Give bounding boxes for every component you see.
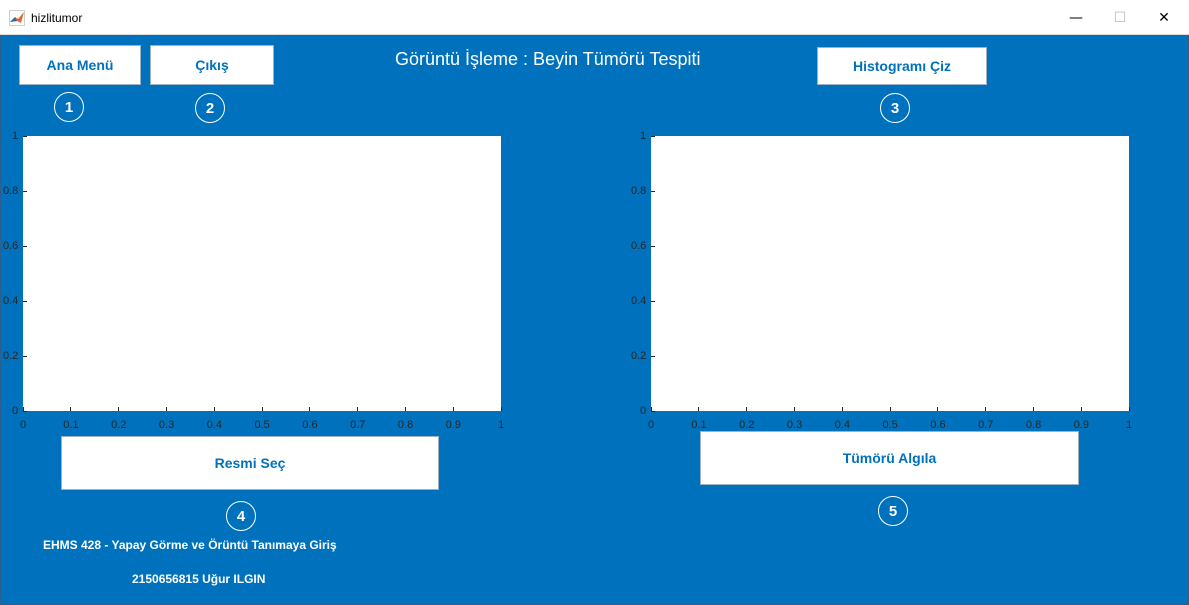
image-axes-ytick-mark [23,135,27,137]
result-axes-xtick-mark [793,407,795,411]
result-axes-ytick-label: 0.6 [631,240,647,252]
close-button[interactable]: ✕ [1141,0,1187,35]
result-axes-ytick-mark [651,355,655,357]
image-axes-ytick-mark [23,410,27,412]
result-axes-ytick-label: 0.8 [631,185,647,197]
result-axes-xtick-label: 0.9 [1073,419,1089,431]
result-axes-xtick-label: 0.4 [834,419,850,431]
result-axes-xtick-mark [841,407,843,411]
result-axes-ytick-label: 0 [640,405,647,417]
window-title: hizlitumor [31,11,83,25]
image-axes-xtick-label: 0.5 [254,419,270,431]
result-axes-ytick-label: 0.2 [631,350,647,362]
image-axes [23,136,501,411]
image-axes-xtick-mark [118,407,120,411]
image-axes-ytick-label: 0.4 [3,295,19,307]
image-axes-ytick-label: 0.8 [3,185,19,197]
image-axes-xtick-label: 0 [20,419,27,431]
window-titlebar: hizlitumor — ☐ ✕ [0,0,1189,35]
image-axes-xtick-label: 0.1 [63,419,79,431]
minimize-button[interactable]: — [1053,0,1099,35]
ana-menu-button[interactable]: Ana Menü [19,45,141,85]
result-axes-ytick-label: 1 [640,130,647,142]
cikis-button[interactable]: Çıkış [150,45,274,85]
student-label: 2150656815 Uğur ILGIN [132,572,266,586]
result-axes-xtick-label: 0.6 [930,419,946,431]
image-axes-ytick-mark [23,190,27,192]
matlab-icon [9,10,25,26]
image-axes-ytick-mark [23,355,27,357]
maximize-button[interactable]: ☐ [1097,0,1143,35]
image-axes-ytick-label: 0.2 [3,350,19,362]
result-axes-xtick-label: 0.5 [882,419,898,431]
result-axes-ytick-mark [651,300,655,302]
histogram-button[interactable]: Histogramı Çiz [817,47,987,85]
result-axes-xtick-label: 0 [648,419,655,431]
image-axes-xtick-mark [357,407,359,411]
image-axes-xtick-mark [261,407,263,411]
resmi-sec-button[interactable]: Resmi Seç [61,436,439,490]
image-axes-xtick-label: 0.2 [111,419,127,431]
image-axes-ytick-label: 0 [12,405,19,417]
result-axes-xtick-mark [1032,407,1034,411]
result-axes-ytick-mark [651,190,655,192]
result-axes-xtick-label: 0.3 [786,419,803,431]
image-axes-ytick-mark [23,245,27,247]
result-axes-xtick-mark [746,407,748,411]
image-axes-ytick-mark [23,300,27,302]
image-axes-xtick-label: 0.8 [397,419,414,431]
image-axes-xtick-mark [404,407,406,411]
result-axes-xtick-mark [1080,407,1082,411]
result-axes-xtick-label: 0.2 [739,419,755,431]
image-axes-xtick-mark [70,407,72,411]
image-axes-ytick-label: 0.6 [3,240,19,252]
image-axes-xtick-mark [452,407,454,411]
tumoru-algila-button[interactable]: Tümörü Algıla [700,431,1079,485]
marker-3: 3 [880,93,910,123]
result-axes-xtick-mark [889,407,891,411]
image-axes-xtick-mark [500,407,502,411]
result-axes-xtick-mark [1128,407,1130,411]
image-axes-xtick-label: 0.6 [302,419,318,431]
course-label: EHMS 428 - Yapay Görme ve Örüntü Tanımay… [43,538,337,552]
image-axes-xtick-label: 0.4 [206,419,222,431]
image-axes-ytick-label: 1 [12,130,19,142]
result-axes-xtick-label: 1 [1126,419,1133,431]
marker-5: 5 [878,496,908,526]
result-axes [651,136,1129,411]
image-axes-xtick-label: 1 [498,419,505,431]
result-axes-ytick-mark [651,410,655,412]
result-axes-ytick-mark [651,245,655,247]
result-axes-xtick-label: 0.1 [691,419,707,431]
result-axes-xtick-label: 0.8 [1025,419,1042,431]
image-axes-xtick-label: 0.3 [158,419,175,431]
result-axes-xtick-mark [937,407,939,411]
result-axes-xtick-mark [698,407,700,411]
image-axes-xtick-mark [213,407,215,411]
result-axes-xtick-mark [985,407,987,411]
marker-4: 4 [226,501,256,531]
image-axes-xtick-mark [309,407,311,411]
image-axes-xtick-label: 0.7 [350,419,366,431]
image-axes-xtick-mark [165,407,167,411]
image-axes-xtick-label: 0.9 [445,419,461,431]
marker-1: 1 [54,92,84,122]
result-axes-ytick-label: 0.4 [631,295,647,307]
marker-2: 2 [195,93,225,123]
page-title: Görüntü İşleme : Beyin Tümörü Tespiti [395,49,701,69]
result-axes-ytick-mark [651,135,655,137]
result-axes-xtick-label: 0.7 [978,419,994,431]
